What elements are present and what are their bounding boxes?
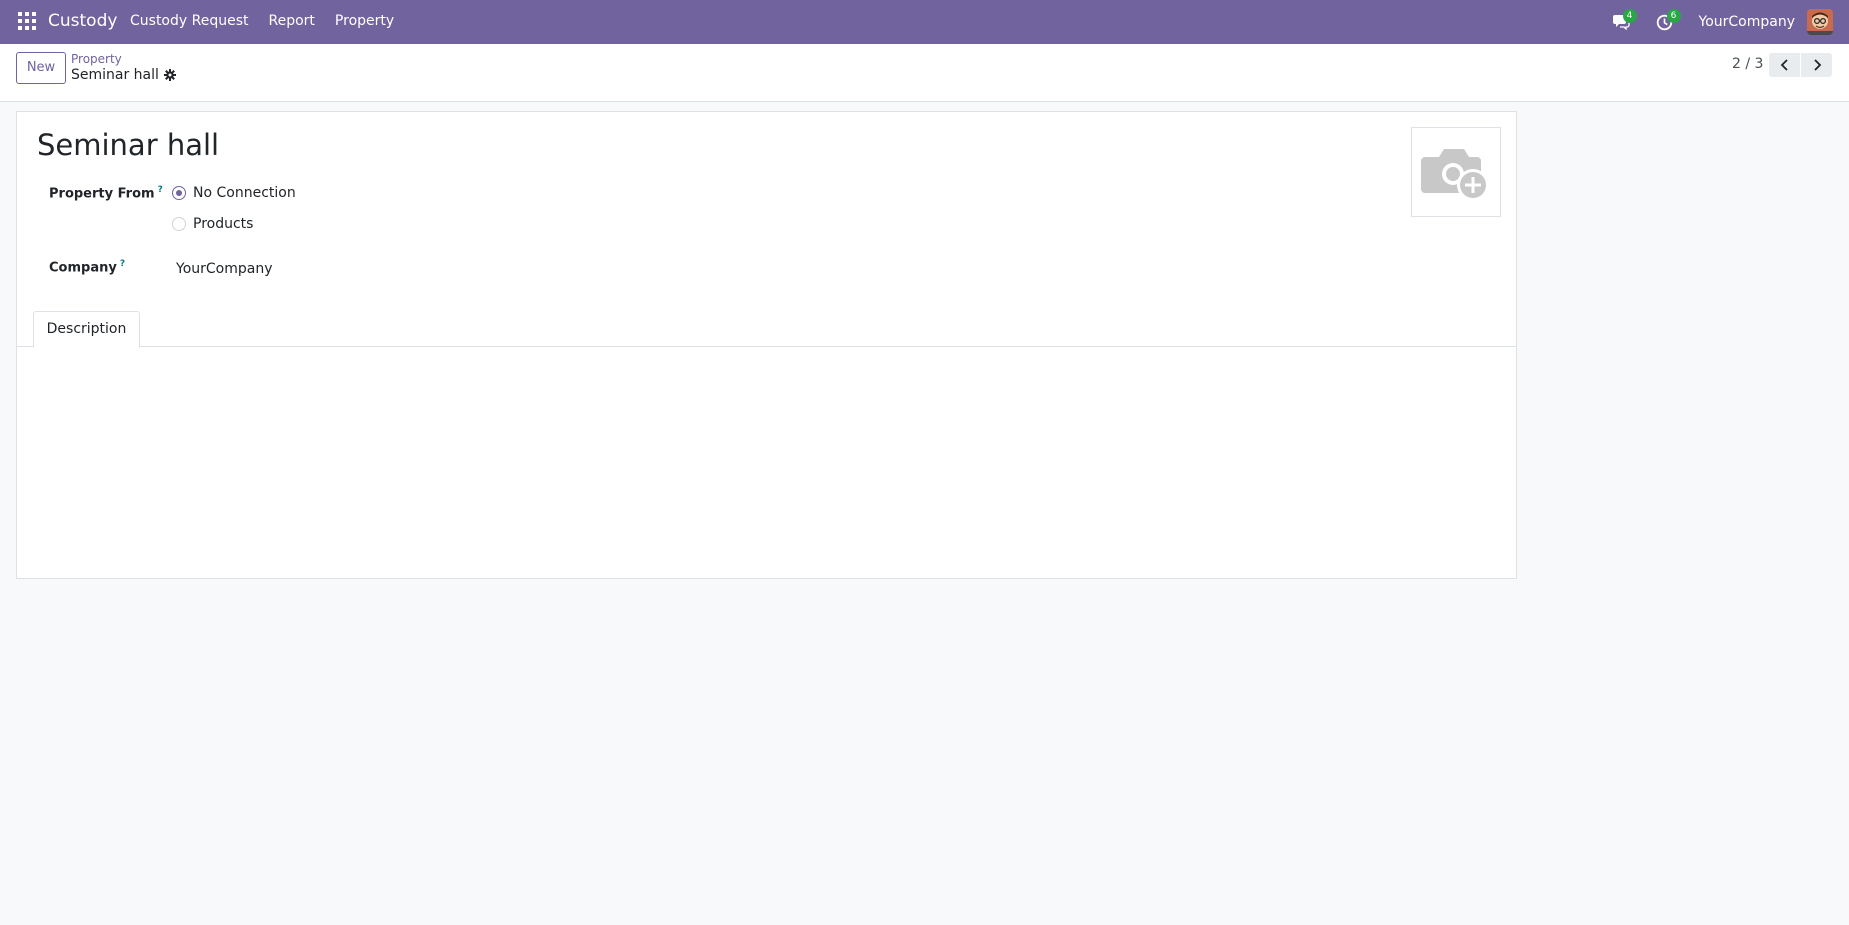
- app-name[interactable]: Custody: [48, 0, 117, 44]
- radio-products[interactable]: Products: [172, 216, 253, 232]
- menu-item-report[interactable]: Report: [259, 0, 325, 44]
- chevron-right-icon: [1813, 59, 1821, 71]
- help-icon[interactable]: ?: [120, 259, 125, 269]
- radio-label: Products: [193, 216, 254, 232]
- property-from-label: Property From?: [49, 185, 163, 201]
- image-upload[interactable]: [1411, 127, 1501, 217]
- radio-no-connection[interactable]: No Connection: [172, 185, 296, 201]
- chevron-left-icon: [1780, 59, 1788, 71]
- gear-icon[interactable]: [163, 69, 176, 81]
- new-button[interactable]: New: [16, 52, 66, 84]
- breadcrumb-current-label: Seminar hall: [71, 67, 159, 83]
- radio-label: No Connection: [193, 185, 296, 201]
- avatar[interactable]: [1807, 9, 1833, 35]
- radio-button[interactable]: [172, 217, 186, 231]
- pager-next-button[interactable]: [1801, 53, 1832, 77]
- control-panel: New Property Seminar hall 2 / 3: [0, 44, 1849, 102]
- tab-description[interactable]: Description: [33, 311, 140, 348]
- activities-count-badge: 6: [1666, 9, 1681, 23]
- form-sheet: Seminar hall Property From? No Connectio…: [16, 111, 1517, 579]
- menu-item-property[interactable]: Property: [325, 0, 404, 44]
- camera-plus-icon: [1421, 149, 1489, 201]
- help-icon[interactable]: ?: [158, 185, 163, 195]
- messages-count-badge: 4: [1622, 9, 1637, 23]
- messages-button[interactable]: 4: [1599, 0, 1643, 44]
- pager-previous-button[interactable]: [1769, 53, 1800, 77]
- navbar-systray: 4 6 YourCompany: [1599, 0, 1849, 44]
- record-title[interactable]: Seminar hall: [37, 128, 219, 162]
- activities-button[interactable]: 6: [1643, 0, 1687, 44]
- notebook-tabs: Description: [17, 307, 1516, 348]
- top-navbar: Custody Custody Request Report Property …: [0, 0, 1849, 44]
- breadcrumb-parent[interactable]: Property: [71, 52, 122, 66]
- main-menu: Custody Request Report Property: [120, 0, 404, 44]
- grid-icon[interactable]: [18, 12, 36, 30]
- breadcrumb-current: Seminar hall: [71, 67, 176, 83]
- pager-value[interactable]: 2 / 3: [1732, 56, 1763, 72]
- company-label-text: Company: [49, 260, 117, 276]
- company-field[interactable]: YourCompany: [176, 261, 273, 277]
- menu-item-custody-request[interactable]: Custody Request: [120, 0, 259, 44]
- property-from-label-text: Property From: [49, 186, 155, 202]
- company-label: Company?: [49, 259, 125, 275]
- tab-content-description: [17, 348, 1516, 578]
- company-switcher[interactable]: YourCompany: [1687, 14, 1808, 30]
- radio-button-checked[interactable]: [172, 186, 186, 200]
